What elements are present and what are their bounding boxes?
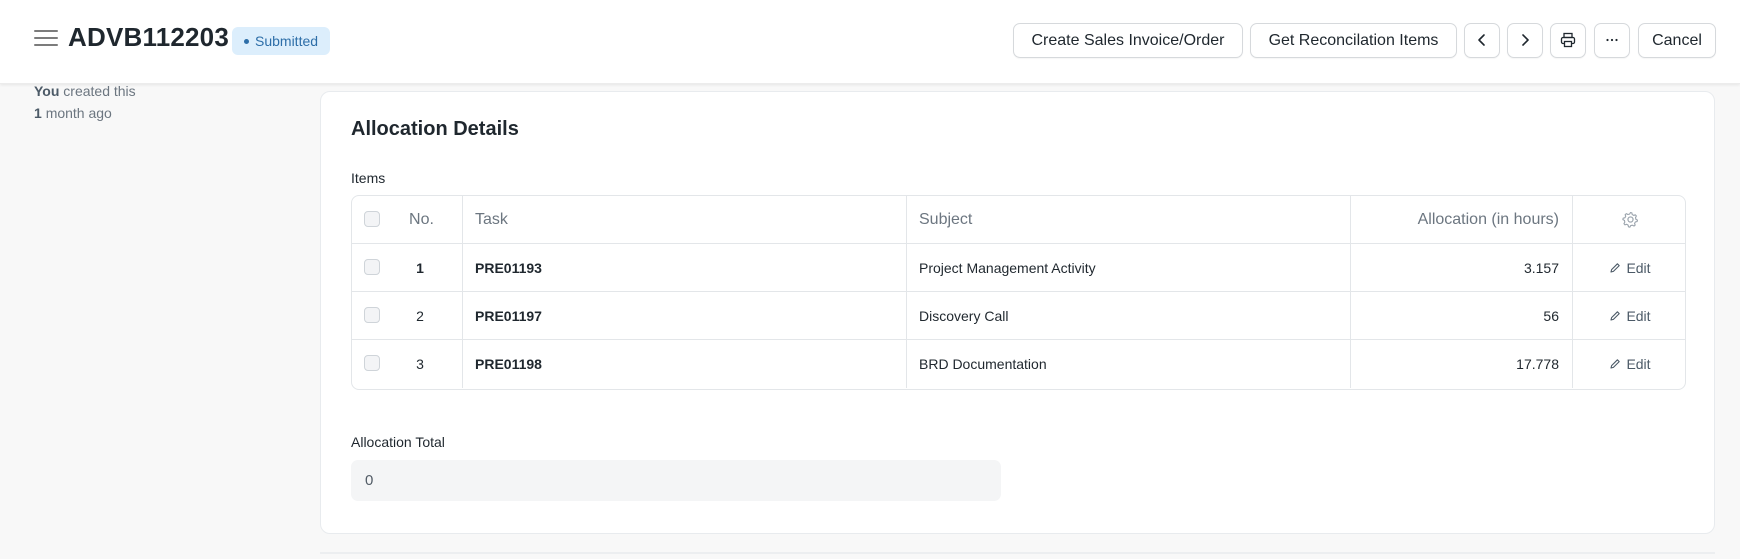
gear-icon[interactable] xyxy=(1621,211,1639,228)
row-allocation[interactable]: 3.157 xyxy=(1351,244,1573,292)
header-task: Task xyxy=(463,196,907,244)
header-subject: Subject xyxy=(907,196,1351,244)
page-title: ADVB112203 xyxy=(68,22,229,52)
pencil-icon xyxy=(1610,311,1621,321)
table-header-row: No. Task Subject Allocation (in hours) xyxy=(352,196,1685,244)
more-icon xyxy=(1606,38,1618,42)
row-subject[interactable]: Project Management Activity xyxy=(907,244,1351,292)
row-edit-cell: Edit xyxy=(1573,340,1685,388)
row-task[interactable]: PRE01197 xyxy=(463,292,907,340)
row-checkbox[interactable] xyxy=(364,259,380,275)
row-edit-cell: Edit xyxy=(1573,292,1685,340)
table-row[interactable]: 1 PRE01193 Project Management Activity 3… xyxy=(352,244,1685,292)
row-number: 3 xyxy=(416,356,424,372)
get-reconciliation-items-button[interactable]: Get Reconcilation Items xyxy=(1250,23,1457,58)
row-number: 2 xyxy=(416,308,424,324)
create-sales-invoice-button[interactable]: Create Sales Invoice/Order xyxy=(1013,23,1243,58)
header-no: No. xyxy=(409,211,434,228)
table-row[interactable]: 2 PRE01197 Discovery Call 56 Edit xyxy=(352,292,1685,340)
chevron-left-icon xyxy=(1478,34,1485,46)
creation-time: 1 month ago xyxy=(34,102,136,124)
row-allocation[interactable]: 56 xyxy=(1351,292,1573,340)
row-index-cell: 2 xyxy=(352,292,463,340)
table-row[interactable]: 3 PRE01198 BRD Documentation 17.778 Edit xyxy=(352,340,1685,388)
printer-icon xyxy=(1560,32,1576,48)
row-subject[interactable]: Discovery Call xyxy=(907,292,1351,340)
edit-row-button[interactable]: Edit xyxy=(1609,292,1651,340)
status-dot-icon xyxy=(244,38,249,44)
next-doc-button[interactable] xyxy=(1507,23,1543,58)
next-section-edge xyxy=(320,552,1715,554)
creation-ago: month ago xyxy=(45,105,112,121)
row-edit-cell: Edit xyxy=(1573,244,1685,292)
status-badge-label: Submitted xyxy=(255,33,319,49)
header-allocation: Allocation (in hours) xyxy=(1351,196,1573,244)
row-checkbox[interactable] xyxy=(364,307,380,323)
edit-label: Edit xyxy=(1626,308,1651,324)
creation-actor: You xyxy=(34,83,60,99)
allocation-details-card: Allocation Details Items No. Task Subjec… xyxy=(320,91,1715,534)
items-label: Items xyxy=(351,170,386,186)
allocation-total-field: 0 xyxy=(351,460,1001,501)
row-number: 1 xyxy=(416,260,424,276)
hamburger-icon[interactable] xyxy=(34,30,58,50)
edit-label: Edit xyxy=(1626,356,1651,372)
creation-meta: You created this 1 month ago xyxy=(34,80,136,124)
select-all-checkbox[interactable] xyxy=(364,211,380,227)
items-table: No. Task Subject Allocation (in hours) 1… xyxy=(351,195,1686,390)
allocation-total-label: Allocation Total xyxy=(351,434,445,450)
page-header: ADVB112203 Submitted Create Sales Invoic… xyxy=(0,0,1740,84)
pencil-icon xyxy=(1610,359,1621,369)
row-index-cell: 3 xyxy=(352,340,463,388)
print-button[interactable] xyxy=(1550,23,1586,58)
creation-action: created this xyxy=(63,83,136,99)
chevron-right-icon xyxy=(1522,34,1529,46)
cancel-button[interactable]: Cancel xyxy=(1638,23,1716,58)
row-subject[interactable]: BRD Documentation xyxy=(907,340,1351,388)
more-actions-button[interactable] xyxy=(1594,23,1630,58)
edit-row-button[interactable]: Edit xyxy=(1609,340,1651,388)
pencil-icon xyxy=(1610,263,1621,273)
row-checkbox[interactable] xyxy=(364,355,380,371)
row-task[interactable]: PRE01193 xyxy=(463,244,907,292)
header-index-cell: No. xyxy=(352,196,463,244)
previous-doc-button[interactable] xyxy=(1464,23,1500,58)
row-index-cell: 1 xyxy=(352,244,463,292)
edit-row-button[interactable]: Edit xyxy=(1609,244,1651,292)
header-settings-cell xyxy=(1573,196,1685,244)
row-allocation[interactable]: 17.778 xyxy=(1351,340,1573,388)
edit-label: Edit xyxy=(1626,260,1651,276)
section-title: Allocation Details xyxy=(351,118,519,140)
row-task[interactable]: PRE01198 xyxy=(463,340,907,388)
status-badge: Submitted xyxy=(232,27,331,55)
creation-count: 1 xyxy=(34,105,42,121)
